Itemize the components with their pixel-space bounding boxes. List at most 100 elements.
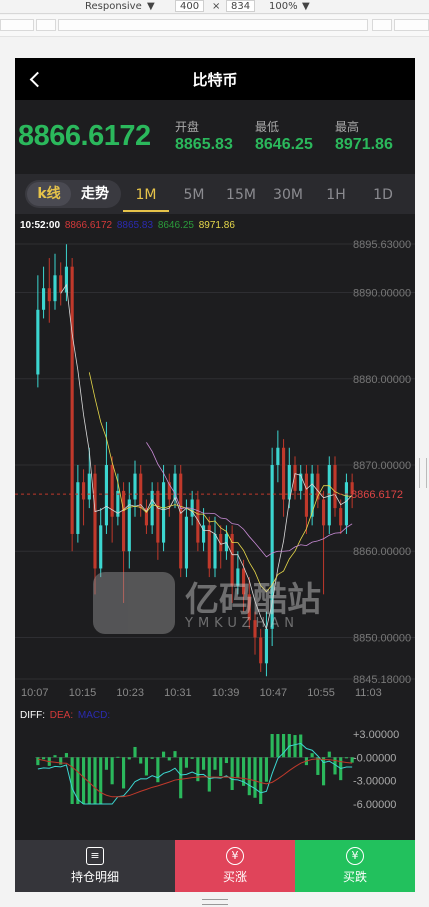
resize-handle-right[interactable] — [419, 458, 427, 488]
y-tick-label: 8880.00000 — [353, 374, 411, 386]
kline-chart[interactable]: 10:52:00 8866.6172 8865.83 8646.25 8971.… — [15, 214, 415, 840]
candle-body — [64, 266, 68, 293]
buy-up-button[interactable]: ¥ 买涨 — [175, 840, 295, 892]
macd-bar — [64, 753, 68, 758]
current-price-label: 8866.6172 — [351, 489, 403, 501]
macd-bar — [247, 757, 251, 796]
media-segment[interactable] — [58, 19, 368, 31]
macd-bar — [162, 751, 166, 758]
height-input[interactable]: 834 — [226, 0, 256, 12]
macd-bar — [156, 757, 160, 783]
macd-bar — [82, 757, 86, 804]
macd-bar — [184, 757, 188, 768]
y-tick-label: 8870.00000 — [353, 460, 411, 472]
macd-macd-label: MACD: — [77, 710, 111, 721]
period-tab[interactable]: 30M — [265, 180, 311, 212]
macd-bar — [179, 757, 183, 799]
high-value: 8971.86 — [335, 136, 393, 153]
low-stat: 最低 8646.25 — [255, 118, 313, 154]
candle-body — [99, 525, 103, 569]
macd-bar — [190, 757, 194, 759]
candle-body — [76, 482, 80, 534]
x-tick-label: 10:15 — [69, 687, 97, 699]
candle-body — [339, 508, 343, 526]
media-segment[interactable] — [372, 19, 392, 31]
macd-bar — [36, 757, 40, 766]
width-input[interactable]: 400 — [175, 0, 205, 12]
x-tick-label: 10:39 — [212, 687, 240, 699]
open-value: 8865.83 — [175, 136, 233, 153]
period-tab[interactable]: 1M — [123, 180, 169, 212]
candle-body — [150, 490, 154, 526]
tab-kline[interactable]: k线 — [27, 182, 71, 206]
chevron-down-icon: ▼ — [302, 1, 310, 12]
candle-body — [162, 482, 166, 543]
watermark-text: 亿码酷站 — [185, 580, 321, 620]
buy-down-button[interactable]: ¥ 买跌 — [295, 840, 415, 892]
macd-bar — [270, 734, 274, 758]
candle-body — [36, 309, 40, 375]
macd-bar — [127, 757, 131, 760]
times-icon: × — [212, 1, 221, 12]
watermark-subtext: YMKUZHAN — [185, 616, 299, 631]
macd-bar — [53, 755, 57, 758]
y-tick-label: 8860.00000 — [353, 546, 411, 558]
macd-bar — [167, 757, 171, 761]
candle-body — [139, 473, 143, 509]
macd-legend: DIFF: DEA: MACD: — [20, 710, 112, 721]
period-tab[interactable]: 1D — [360, 180, 406, 212]
candle-body — [122, 490, 126, 552]
media-segment[interactable] — [394, 19, 429, 31]
holdings-label: 持仓明细 — [70, 870, 119, 884]
candle-body — [179, 473, 183, 569]
macd-bar — [293, 735, 297, 758]
candle-body — [333, 464, 337, 509]
candle-body — [207, 525, 211, 569]
candle-body — [282, 447, 286, 500]
high-label: 最高 — [335, 120, 360, 134]
watermark-logo-icon — [93, 572, 175, 634]
macd-bar — [116, 756, 120, 758]
chart-tabbar: k线 走势 1M 5M 15M 30M 1H 1D — [15, 174, 415, 214]
media-segment[interactable] — [0, 19, 34, 31]
price-summary: 8866.6172 开盘 8865.83 最低 8646.25 最高 8971.… — [15, 100, 415, 174]
tab-trend[interactable]: 走势 — [73, 182, 117, 206]
chevron-down-icon: ▼ — [147, 1, 155, 12]
coins-icon: ≡ — [86, 847, 104, 865]
yuan-up-icon: ¥ — [226, 847, 244, 865]
x-tick-label: 10:07 — [21, 687, 49, 699]
y-tick-label: 8845.18000 — [353, 674, 411, 686]
media-segment[interactable] — [36, 19, 56, 31]
macd-bar — [70, 757, 74, 804]
macd-tick-label: +3.00000 — [353, 729, 399, 741]
chart-type-switch: k线 走势 — [25, 180, 121, 208]
y-tick-label: 8890.00000 — [353, 288, 411, 300]
period-tab[interactable]: 15M — [218, 180, 264, 212]
y-tick-label: 8850.00000 — [353, 632, 411, 644]
x-tick-label: 10:47 — [260, 687, 288, 699]
macd-bar — [299, 734, 303, 758]
macd-bar — [253, 757, 257, 798]
device-select[interactable]: Responsive — [85, 0, 142, 13]
macd-bar — [264, 757, 268, 782]
macd-bar — [42, 757, 46, 760]
holdings-button[interactable]: ≡ 持仓明细 — [15, 840, 175, 892]
candle-body — [196, 499, 200, 543]
resize-handle-bottom[interactable] — [202, 899, 228, 905]
zoom-select[interactable]: 100% — [269, 0, 298, 13]
macd-bar — [173, 751, 177, 758]
period-tab[interactable]: 1H — [313, 180, 359, 212]
x-tick-label: 10:31 — [164, 687, 192, 699]
period-tab[interactable]: 5M — [171, 180, 217, 212]
macd-bar — [276, 734, 280, 758]
macd-bar — [344, 757, 348, 759]
candlestick-svg: 8895.63000 8890.00000 8880.00000 8870.00000… — [15, 239, 415, 811]
open-stat: 开盘 8865.83 — [175, 118, 233, 154]
macd-bar — [259, 757, 263, 804]
candle-body — [47, 288, 51, 302]
macd-bar — [316, 757, 320, 775]
macd-bar — [59, 757, 63, 765]
candle-body — [87, 473, 91, 500]
macd-bar — [327, 751, 331, 758]
macd-tick-label: -0.00000 — [353, 752, 396, 764]
